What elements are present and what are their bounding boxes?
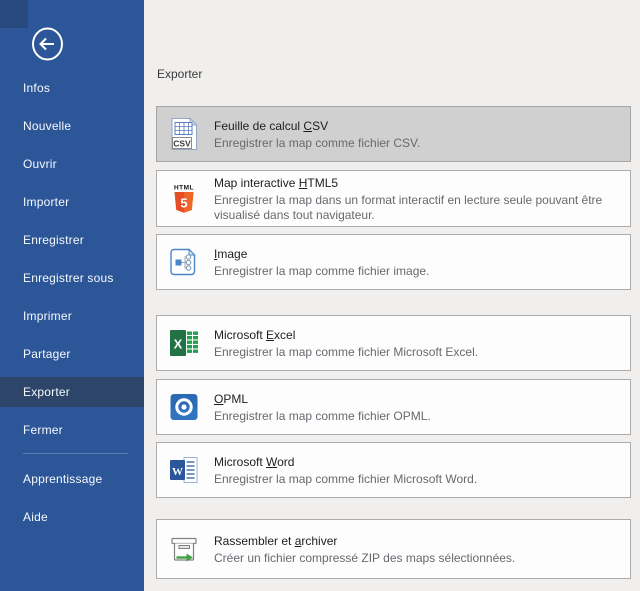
export-option-word[interactable]: W Microsoft Word Enregistrer la map comm… [156, 442, 631, 498]
export-pane: Exporter CSV Feuille de calcul CSV [144, 0, 640, 591]
export-option-texts: Microsoft Word Enregistrer la map comme … [214, 453, 622, 487]
sidebar-item-aide[interactable]: Aide [0, 502, 144, 532]
opml-icon [167, 390, 201, 424]
export-options-list: CSV Feuille de calcul CSV Enregistrer la… [156, 106, 631, 579]
export-option-html5[interactable]: HTML 5 Map interactive HTML5 Enregistrer… [156, 170, 631, 227]
sidebar-item-enregistrer-sous[interactable]: Enregistrer sous [0, 263, 144, 293]
export-option-title: Rassembler et archiver [214, 534, 337, 548]
sidebar-item-ouvrir[interactable]: Ouvrir [0, 149, 144, 179]
svg-text:X: X [174, 337, 183, 352]
sidebar-divider [23, 453, 128, 454]
export-option-texts: Microsoft Excel Enregistrer la map comme… [214, 326, 622, 360]
back-arrow-icon [31, 49, 64, 64]
export-option-opml[interactable]: OPML Enregistrer la map comme fichier OP… [156, 379, 631, 435]
export-option-texts: Image Enregistrer la map comme fichier i… [214, 245, 622, 279]
export-option-excel[interactable]: X Microsoft Excel Enregistrer la map com… [156, 315, 631, 371]
export-option-title: Microsoft Excel [214, 328, 295, 342]
page-title: Exporter [157, 67, 631, 82]
app-corner [0, 0, 28, 28]
word-icon: W [167, 453, 201, 487]
html5-icon: HTML 5 [167, 182, 201, 216]
sidebar-item-fermer[interactable]: Fermer [0, 415, 144, 445]
back-button[interactable] [31, 27, 64, 61]
export-option-texts: Feuille de calcul CSV Enregistrer la map… [214, 117, 622, 151]
backstage-view: Infos Nouvelle Ouvrir Importer Enregistr… [0, 0, 640, 591]
sidebar-nav: Infos Nouvelle Ouvrir Importer Enregistr… [0, 73, 144, 540]
export-option-description: Enregistrer la map comme fichier OPML. [214, 409, 622, 424]
svg-text:HTML: HTML [174, 184, 194, 191]
export-option-title: Map interactive HTML5 [214, 176, 338, 190]
excel-icon: X [167, 326, 201, 360]
export-option-description: Enregistrer la map comme fichier image. [214, 264, 622, 279]
svg-text:W: W [172, 466, 183, 478]
sidebar-item-apprentissage[interactable]: Apprentissage [0, 464, 144, 494]
export-option-pack-and-go[interactable]: Rassembler et archiver Créer un fichier … [156, 519, 631, 579]
archive-icon [167, 532, 201, 566]
export-option-description: Enregistrer la map comme fichier Microso… [214, 472, 622, 487]
sidebar-item-partager[interactable]: Partager [0, 339, 144, 369]
export-option-title: Microsoft Word [214, 455, 294, 469]
export-option-texts: OPML Enregistrer la map comme fichier OP… [214, 390, 622, 424]
export-option-description: Créer un fichier compressé ZIP des maps … [214, 551, 622, 566]
sidebar-item-importer[interactable]: Importer [0, 187, 144, 217]
export-option-texts: Map interactive HTML5 Enregistrer la map… [214, 174, 622, 223]
csv-file-icon: CSV [167, 117, 201, 151]
export-option-description: Enregistrer la map dans un format intera… [214, 193, 622, 223]
sidebar-item-imprimer[interactable]: Imprimer [0, 301, 144, 331]
export-option-title: Image [214, 247, 247, 261]
sidebar: Infos Nouvelle Ouvrir Importer Enregistr… [0, 0, 144, 591]
export-option-title: Feuille de calcul CSV [214, 119, 328, 133]
sidebar-item-exporter[interactable]: Exporter [0, 377, 144, 407]
export-option-texts: Rassembler et archiver Créer un fichier … [214, 532, 622, 566]
export-option-description: Enregistrer la map comme fichier Microso… [214, 345, 622, 360]
export-option-csv[interactable]: CSV Feuille de calcul CSV Enregistrer la… [156, 106, 631, 162]
image-file-icon [167, 245, 201, 279]
sidebar-item-infos[interactable]: Infos [0, 73, 144, 103]
export-option-title: OPML [214, 392, 248, 406]
sidebar-item-enregistrer[interactable]: Enregistrer [0, 225, 144, 255]
svg-text:5: 5 [180, 195, 187, 210]
sidebar-item-nouvelle[interactable]: Nouvelle [0, 111, 144, 141]
export-option-image[interactable]: Image Enregistrer la map comme fichier i… [156, 234, 631, 290]
export-option-description: Enregistrer la map comme fichier CSV. [214, 136, 622, 151]
svg-text:CSV: CSV [173, 139, 191, 149]
